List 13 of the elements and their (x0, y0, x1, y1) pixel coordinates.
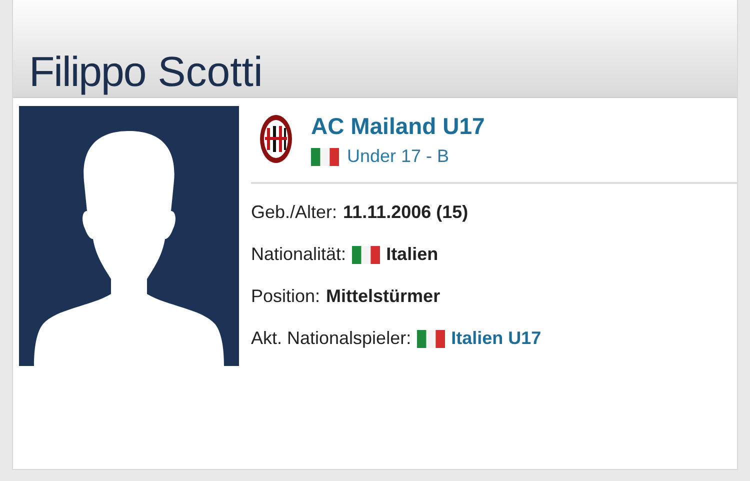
detail-label: Akt. Nationalspieler: (251, 327, 412, 350)
detail-value: Italien (386, 243, 438, 266)
detail-link[interactable]: Italien U17 (451, 325, 542, 352)
detail-value: 11.11.2006 (15) (343, 201, 468, 224)
player-first-name: Filippo (29, 46, 146, 97)
player-last-name: Scotti (158, 46, 263, 97)
club-name-link[interactable]: AC Mailand U17 (311, 114, 485, 140)
league-link[interactable]: Under 17 - B (347, 143, 450, 170)
club-crest-icon (259, 114, 293, 164)
detail-label: Nationalität: (251, 243, 346, 266)
detail-value: Mittelstürmer (326, 285, 440, 308)
detail-label: Geb./Alter: (251, 201, 338, 224)
detail-label: Position: (251, 285, 320, 308)
